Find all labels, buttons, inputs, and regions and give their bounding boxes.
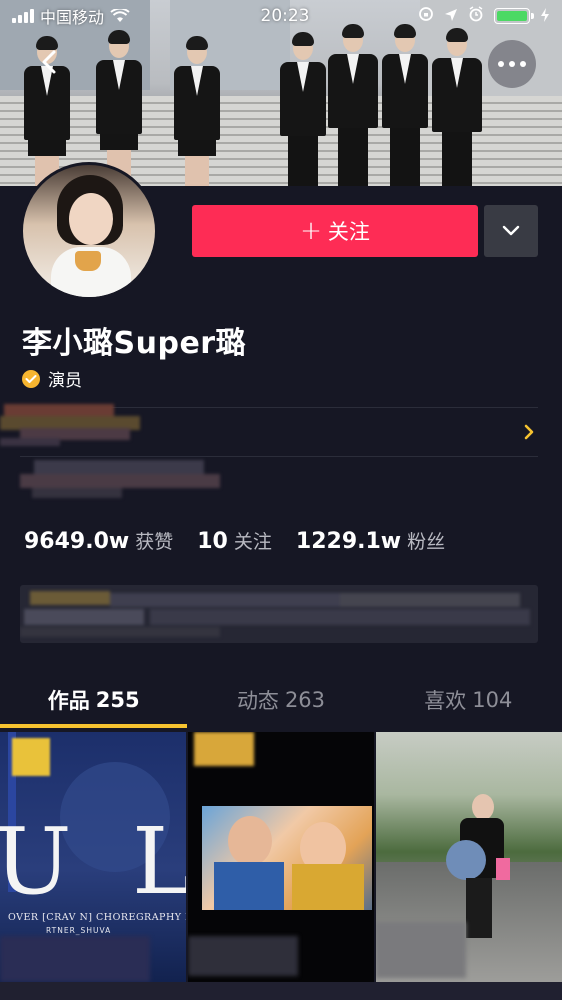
stat-following[interactable]: 10 关注 <box>197 527 272 554</box>
stat-value: 1229.1w <box>295 529 402 554</box>
tab-works[interactable]: 作品 255 <box>0 672 187 728</box>
profile-tabs: 作品 255 动态 263 喜欢 104 <box>0 672 562 728</box>
back-icon[interactable] <box>36 44 66 80</box>
battery-icon <box>494 8 534 24</box>
charging-icon <box>540 7 550 26</box>
follow-button-label: 关注 <box>327 220 370 244</box>
avatar[interactable] <box>20 162 158 300</box>
chevron-right-icon[interactable] <box>522 423 536 441</box>
bottom-strip <box>0 982 562 1000</box>
video-caption: RTNER_SHUVA <box>46 926 112 935</box>
status-time: 20:23 <box>260 6 310 26</box>
tab-likes[interactable]: 喜欢 104 <box>375 672 562 728</box>
carrier-name: 中国移动 <box>40 8 105 27</box>
video-overlay-letter: U <box>0 808 72 915</box>
username: 李小璐Super璐 <box>22 326 247 361</box>
verified-title: 演员 <box>22 366 82 391</box>
obscured-intro <box>20 585 538 643</box>
video-caption: OVER [CRAV N] CHOREGRAPHY BY <box>8 912 186 923</box>
tab-label: 动态 <box>236 689 279 713</box>
tab-moments[interactable]: 动态 263 <box>187 672 374 728</box>
stat-label: 粉丝 <box>407 531 446 553</box>
obscured-content <box>0 402 150 448</box>
rotation-lock-icon <box>418 6 434 26</box>
signal-icon <box>12 9 34 23</box>
obscured-content <box>20 458 230 500</box>
verified-badge-icon <box>22 369 40 388</box>
divider <box>20 456 538 457</box>
tab-count: 255 <box>95 688 140 712</box>
alarm-icon <box>468 6 484 26</box>
stats-row: 9649.0w 获赞 10 关注 1229.1w 粉丝 <box>24 527 445 554</box>
tab-count: 104 <box>472 688 513 712</box>
more-icon[interactable] <box>488 40 536 88</box>
video-overlay-letter: L <box>132 808 186 915</box>
stat-label: 关注 <box>233 531 272 553</box>
verified-title-text: 演员 <box>48 371 82 391</box>
location-icon <box>444 7 458 26</box>
stat-value: 9649.0w <box>24 529 130 554</box>
status-bar: 中国移动 20:23 <box>0 0 562 32</box>
stat-likes[interactable]: 9649.0w 获赞 <box>24 527 173 554</box>
tab-label: 喜欢 <box>424 689 467 713</box>
stat-label: 获赞 <box>135 531 174 553</box>
video-thumbnail[interactable] <box>188 732 374 982</box>
video-thumbnail[interactable] <box>376 732 562 982</box>
follow-button[interactable]: + 关注 <box>192 205 478 257</box>
stat-followers[interactable]: 1229.1w 粉丝 <box>296 527 445 554</box>
tab-label: 作品 <box>47 689 90 713</box>
plus-icon: + <box>300 216 322 246</box>
wifi-icon <box>110 9 130 23</box>
chevron-down-icon <box>501 222 521 241</box>
video-thumbnail[interactable]: U L OVER [CRAV N] CHOREGRAPHY BY RTNER_S… <box>0 732 186 982</box>
stat-value: 10 <box>197 529 228 554</box>
tab-count: 263 <box>284 688 326 712</box>
recommend-dropdown-button[interactable] <box>484 205 538 257</box>
video-grid: U L OVER [CRAV N] CHOREGRAPHY BY RTNER_S… <box>0 728 562 1000</box>
